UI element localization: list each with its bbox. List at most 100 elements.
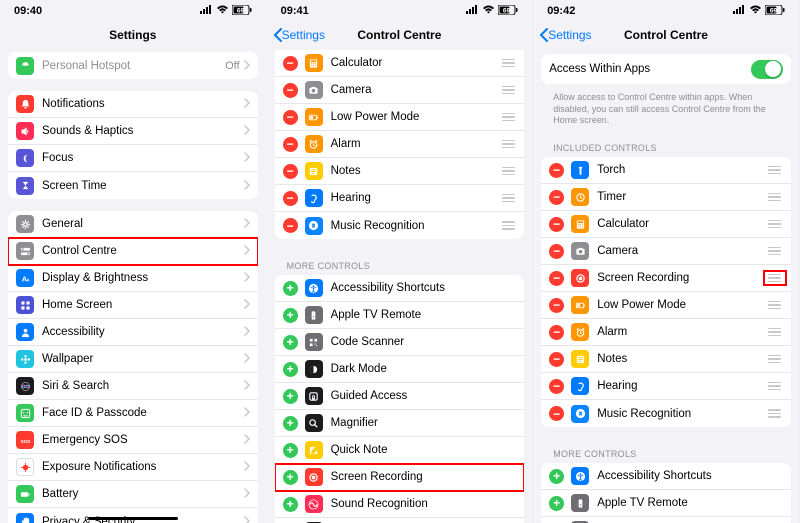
remove-control-button[interactable]: − — [549, 325, 564, 340]
row-focus[interactable]: Focus — [8, 145, 258, 172]
row-accessibility[interactable]: Accessibility — [8, 319, 258, 346]
row-calculator[interactable]: −Calculator — [275, 50, 525, 77]
row-calculator[interactable]: −Calculator — [541, 211, 791, 238]
row-notifications[interactable]: Notifications — [8, 91, 258, 118]
row-battery[interactable]: Battery — [8, 481, 258, 508]
row-apple-tv-remote[interactable]: +Apple TV Remote — [541, 490, 791, 517]
remove-control-button[interactable]: − — [283, 110, 298, 125]
row-emergency-sos[interactable]: SOSEmergency SOS — [8, 427, 258, 454]
home-indicator[interactable] — [88, 517, 178, 521]
row-alarm[interactable]: −Alarm — [541, 319, 791, 346]
drag-handle-icon[interactable] — [767, 355, 783, 364]
row-control-centre[interactable]: Control Centre — [8, 238, 258, 265]
add-control-button[interactable]: + — [283, 281, 298, 296]
remove-control-button[interactable]: − — [549, 406, 564, 421]
add-control-button[interactable]: + — [283, 416, 298, 431]
drag-handle-icon[interactable] — [767, 220, 783, 229]
row-hearing[interactable]: −Hearing — [541, 373, 791, 400]
add-control-button[interactable]: + — [283, 335, 298, 350]
add-control-button[interactable]: + — [283, 443, 298, 458]
row-siri-search[interactable]: Siri & Search — [8, 373, 258, 400]
add-control-button[interactable]: + — [549, 469, 564, 484]
remove-control-button[interactable]: − — [549, 244, 564, 259]
drag-handle-icon[interactable] — [767, 193, 783, 202]
row-screen-recording[interactable]: +Screen Recording — [275, 464, 525, 491]
drag-handle-icon[interactable] — [767, 274, 783, 283]
back-button[interactable]: Settings — [539, 28, 591, 42]
row-exposure-notifications[interactable]: Exposure Notifications — [8, 454, 258, 481]
add-control-button[interactable]: + — [283, 497, 298, 512]
row-stopwatch[interactable]: +Stopwatch — [275, 518, 525, 523]
row-notes[interactable]: −Notes — [541, 346, 791, 373]
row-sound-recognition[interactable]: +Sound Recognition — [275, 491, 525, 518]
remove-control-button[interactable]: − — [283, 137, 298, 152]
remove-control-button[interactable]: − — [549, 217, 564, 232]
control-centre-content[interactable]: −Calculator−Camera−Low Power Mode−Alarm−… — [267, 48, 533, 523]
row-quick-note[interactable]: +Quick Note — [275, 437, 525, 464]
drag-handle-icon[interactable] — [500, 86, 516, 95]
row-timer[interactable]: −Timer — [541, 184, 791, 211]
row-screen-recording[interactable]: −Screen Recording — [541, 265, 791, 292]
remove-control-button[interactable]: − — [283, 164, 298, 179]
add-control-button[interactable]: + — [283, 470, 298, 485]
row-low-power-mode[interactable]: −Low Power Mode — [541, 292, 791, 319]
row-camera[interactable]: −Camera — [275, 77, 525, 104]
add-control-button[interactable]: + — [283, 362, 298, 377]
row-privacy-security[interactable]: Privacy & Security — [8, 508, 258, 523]
row-code-scanner[interactable]: +Code Scanner — [541, 517, 791, 523]
settings-content[interactable]: Personal Hotspot Off NotificationsSounds… — [0, 48, 266, 523]
remove-control-button[interactable]: − — [549, 352, 564, 367]
row-screen-time[interactable]: Screen Time — [8, 172, 258, 199]
drag-handle-icon[interactable] — [500, 140, 516, 149]
drag-handle-icon[interactable] — [500, 221, 516, 230]
remove-control-button[interactable]: − — [549, 163, 564, 178]
remove-control-button[interactable]: − — [549, 379, 564, 394]
remove-control-button[interactable]: − — [283, 56, 298, 71]
add-control-button[interactable]: + — [549, 496, 564, 511]
row-magnifier[interactable]: +Magnifier — [275, 410, 525, 437]
row-access-within-apps[interactable]: Access Within Apps — [541, 54, 791, 84]
remove-control-button[interactable]: − — [283, 218, 298, 233]
drag-handle-icon[interactable] — [767, 328, 783, 337]
row-accessibility-shortcuts[interactable]: +Accessibility Shortcuts — [541, 463, 791, 490]
row-accessibility-shortcuts[interactable]: +Accessibility Shortcuts — [275, 275, 525, 302]
row-guided-access[interactable]: +Guided Access — [275, 383, 525, 410]
toggle-access[interactable] — [751, 60, 783, 79]
row-music-recognition[interactable]: −Music Recognition — [275, 212, 525, 239]
row-code-scanner[interactable]: +Code Scanner — [275, 329, 525, 356]
row-hearing[interactable]: −Hearing — [275, 185, 525, 212]
drag-handle-icon[interactable] — [767, 382, 783, 391]
drag-handle-icon[interactable] — [767, 247, 783, 256]
add-control-button[interactable]: + — [283, 308, 298, 323]
drag-handle-icon[interactable] — [500, 59, 516, 68]
drag-handle-icon[interactable] — [767, 409, 783, 418]
row-notes[interactable]: −Notes — [275, 158, 525, 185]
row-music-recognition[interactable]: −Music Recognition — [541, 400, 791, 427]
remove-control-button[interactable]: − — [283, 83, 298, 98]
back-button[interactable]: Settings — [273, 28, 325, 42]
add-control-button[interactable]: + — [283, 389, 298, 404]
row-alarm[interactable]: −Alarm — [275, 131, 525, 158]
drag-handle-icon[interactable] — [767, 166, 783, 175]
drag-handle-icon[interactable] — [500, 194, 516, 203]
row-face-id-passcode[interactable]: Face ID & Passcode — [8, 400, 258, 427]
row-torch[interactable]: −Torch — [541, 157, 791, 184]
row-general[interactable]: General — [8, 211, 258, 238]
row-display-brightness[interactable]: AADisplay & Brightness — [8, 265, 258, 292]
row-wallpaper[interactable]: Wallpaper — [8, 346, 258, 373]
control-centre-content[interactable]: Access Within Apps Allow access to Contr… — [533, 48, 799, 523]
row-dark-mode[interactable]: +Dark Mode — [275, 356, 525, 383]
row-home-screen[interactable]: Home Screen — [8, 292, 258, 319]
drag-handle-icon[interactable] — [500, 113, 516, 122]
row-camera[interactable]: −Camera — [541, 238, 791, 265]
remove-control-button[interactable]: − — [283, 191, 298, 206]
row-personal-hotspot[interactable]: Personal Hotspot Off — [8, 52, 258, 79]
row-sounds-haptics[interactable]: Sounds & Haptics — [8, 118, 258, 145]
drag-handle-icon[interactable] — [500, 167, 516, 176]
drag-handle-icon[interactable] — [767, 301, 783, 310]
row-apple-tv-remote[interactable]: +Apple TV Remote — [275, 302, 525, 329]
remove-control-button[interactable]: − — [549, 190, 564, 205]
remove-control-button[interactable]: − — [549, 298, 564, 313]
row-low-power-mode[interactable]: −Low Power Mode — [275, 104, 525, 131]
remove-control-button[interactable]: − — [549, 271, 564, 286]
